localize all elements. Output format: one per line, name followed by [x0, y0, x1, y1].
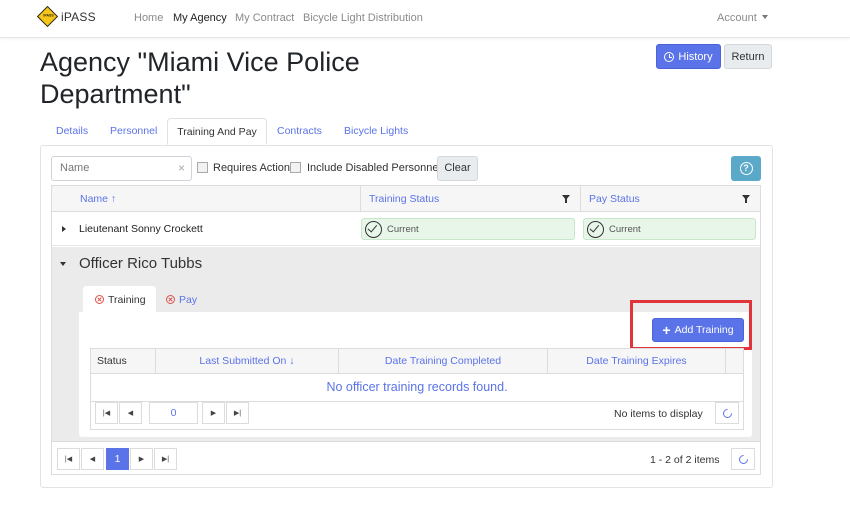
- history-label: History: [678, 50, 713, 63]
- column-pay-status[interactable]: Pay Status: [580, 186, 760, 212]
- column-last-submitted[interactable]: Last Submitted On ↓: [155, 349, 338, 374]
- help-button[interactable]: ?: [731, 156, 761, 181]
- prev-page-button[interactable]: ◀: [119, 402, 142, 424]
- account-menu[interactable]: Account: [717, 12, 768, 24]
- next-page-button[interactable]: ▶: [130, 448, 153, 470]
- subtab-pay[interactable]: Pay: [166, 286, 216, 313]
- include-disabled-checkbox[interactable]: [290, 162, 301, 173]
- training-grid-header: Status Last Submitted On ↓ Date Training…: [91, 349, 743, 374]
- training-status-badge: Current: [361, 218, 575, 240]
- subtab-pay-label: Pay: [179, 293, 198, 306]
- top-navbar: iPASS iPASS Home My Agency My Contract B…: [0, 0, 850, 38]
- check-circle-icon: [365, 220, 382, 238]
- clear-button[interactable]: Clear: [437, 156, 478, 181]
- refresh-icon: [720, 406, 734, 420]
- brand[interactable]: iPASS iPASS: [36, 5, 96, 28]
- error-circle-icon: [95, 295, 104, 304]
- last-page-button[interactable]: ▶|: [226, 402, 249, 424]
- next-page-button[interactable]: ▶: [202, 402, 225, 424]
- include-disabled-label: Include Disabled Personnel: [307, 162, 441, 174]
- filter-icon[interactable]: [562, 195, 570, 203]
- page-title: Agency "Miami Vice Police Department": [40, 47, 360, 109]
- training-status-text: Current: [387, 223, 419, 235]
- page-1-button[interactable]: 1: [106, 448, 129, 470]
- tab-contracts[interactable]: Contracts: [277, 118, 322, 145]
- column-training-status[interactable]: Training Status: [360, 186, 582, 212]
- nav-my-contract[interactable]: My Contract: [235, 12, 294, 24]
- column-training-status-label: Training Status: [369, 193, 440, 205]
- name-placeholder: Name: [60, 162, 90, 174]
- column-name[interactable]: Name ↑: [72, 186, 362, 212]
- collapse-row-icon[interactable]: [60, 262, 66, 266]
- tab-training-and-pay[interactable]: Training And Pay: [167, 118, 267, 145]
- refresh-button[interactable]: [715, 402, 739, 424]
- return-button[interactable]: Return: [724, 44, 772, 69]
- chevron-down-icon: [761, 15, 768, 19]
- pay-status-text: Current: [609, 223, 641, 235]
- subtab-training-label: Training: [108, 293, 146, 306]
- subtab-training[interactable]: Training: [83, 286, 156, 313]
- first-page-button[interactable]: |◀: [57, 448, 80, 470]
- column-date-expires[interactable]: Date Training Expires: [547, 349, 725, 374]
- first-page-button[interactable]: |◀: [95, 402, 118, 424]
- error-circle-icon: [166, 295, 175, 304]
- column-spacer: [725, 349, 743, 374]
- refresh-icon: [736, 452, 750, 466]
- pager-info: No items to display: [614, 408, 703, 420]
- tab-personnel[interactable]: Personnel: [110, 118, 157, 145]
- tab-bicycle-lights[interactable]: Bicycle Lights: [344, 118, 408, 145]
- column-date-completed[interactable]: Date Training Completed: [338, 349, 547, 374]
- filter-icon[interactable]: [742, 195, 750, 203]
- question-icon: ?: [739, 162, 753, 175]
- column-status[interactable]: Status: [91, 349, 155, 374]
- tab-details[interactable]: Details: [56, 118, 88, 145]
- nav-bicycle-light-distribution[interactable]: Bicycle Light Distribution: [303, 12, 423, 24]
- nav-home[interactable]: Home: [134, 12, 163, 24]
- name-search-input[interactable]: Name ×: [51, 156, 192, 181]
- account-label: Account: [717, 12, 757, 24]
- grid-header: Name ↑ Training Status Pay Status: [52, 186, 760, 212]
- brand-name: iPASS: [61, 9, 96, 24]
- officer-name: Officer Rico Tubbs: [79, 255, 203, 272]
- requires-action-checkbox[interactable]: [197, 162, 208, 173]
- officer-name: Lieutenant Sonny Crockett: [79, 223, 203, 235]
- table-row-expanded[interactable]: Officer Rico Tubbs: [52, 247, 760, 281]
- clear-icon[interactable]: ×: [178, 157, 185, 180]
- requires-action-label: Requires Action: [213, 162, 291, 174]
- page-number-input[interactable]: 0: [149, 402, 198, 424]
- pay-status-badge: Current: [583, 218, 756, 240]
- highlight-annotation: [630, 300, 752, 350]
- empty-message: No officer training records found.: [326, 380, 508, 394]
- column-pay-status-label: Pay Status: [589, 193, 640, 205]
- refresh-button[interactable]: [731, 448, 755, 470]
- clock-icon: [664, 51, 675, 62]
- last-page-button[interactable]: ▶|: [154, 448, 177, 470]
- expand-row-icon[interactable]: [62, 226, 66, 232]
- nav-my-agency[interactable]: My Agency: [173, 12, 227, 24]
- check-circle-icon: [587, 220, 604, 238]
- pager-info: 1 - 2 of 2 items: [650, 454, 720, 466]
- history-button[interactable]: History: [656, 44, 721, 69]
- prev-page-button[interactable]: ◀: [81, 448, 104, 470]
- ipass-logo-icon: iPASS: [36, 5, 59, 28]
